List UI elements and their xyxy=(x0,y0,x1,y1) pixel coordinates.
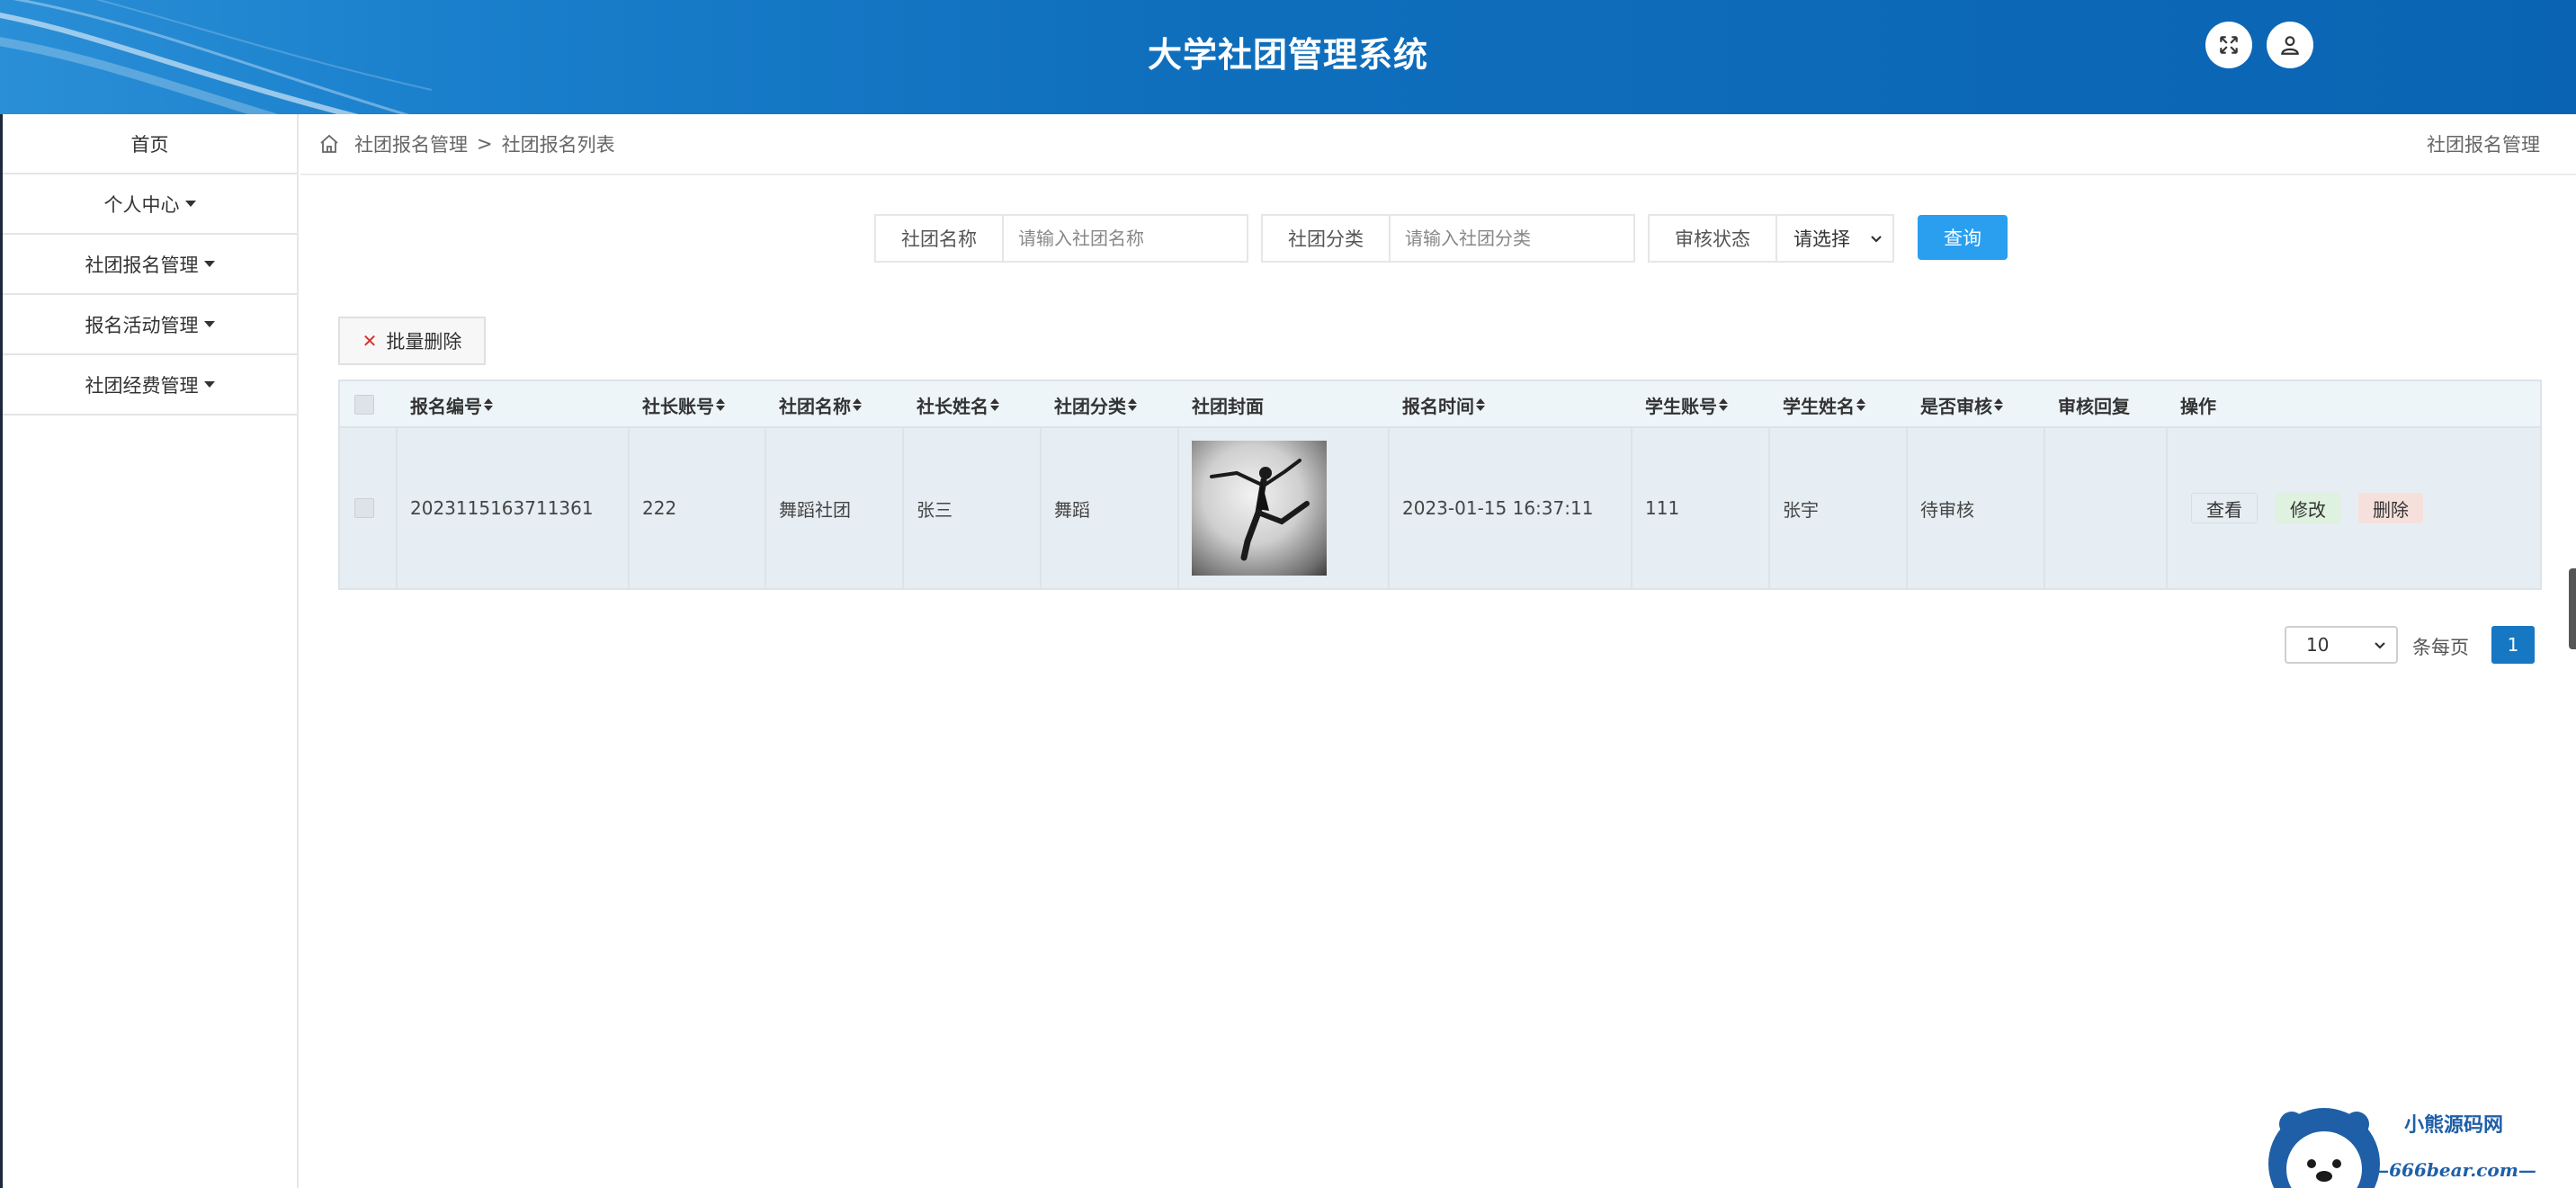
row-checkbox[interactable] xyxy=(340,428,398,588)
page-button-current[interactable]: 1 xyxy=(2491,626,2535,664)
view-button[interactable]: 查看 xyxy=(2191,493,2258,523)
column-header-president-account[interactable]: 社长账号 xyxy=(630,381,725,428)
column-header-actions: 操作 xyxy=(2180,395,2216,417)
review-status-filter: 审核状态 请选择 xyxy=(1648,214,1894,263)
cell-reg-no: 2023115163711361 xyxy=(398,428,630,588)
dancer-image xyxy=(1210,459,1310,561)
club-name-filter: 社团名称 xyxy=(874,214,1248,263)
column-header-reg-time[interactable]: 报名时间 xyxy=(1390,381,1485,428)
bear-logo-icon: 小熊源码网 —666bear.com— xyxy=(2268,1108,2536,1188)
svg-text:小熊源码网: 小熊源码网 xyxy=(2404,1113,2503,1137)
sort-icon xyxy=(1719,397,1728,412)
cell-student-name: 张宇 xyxy=(1770,428,1908,588)
cell-club-cover xyxy=(1179,428,1390,588)
cell-student-account: 111 xyxy=(1632,428,1770,588)
column-header-student-name[interactable]: 学生姓名 xyxy=(1770,381,1865,428)
club-name-label: 社团名称 xyxy=(876,216,1004,261)
breadcrumb: 社团报名管理 > 社团报名列表 社团报名管理 xyxy=(300,114,2576,175)
svg-text:—666bear.com—: —666bear.com— xyxy=(2371,1159,2536,1181)
sidebar-item-label: 个人中心 xyxy=(103,193,180,216)
column-header-reviewed[interactable]: 是否审核 xyxy=(1908,381,2003,428)
cell-actions: 查看 修改 删除 xyxy=(2168,428,2540,588)
sort-icon xyxy=(1128,397,1137,412)
page-size-select[interactable]: 10 xyxy=(2285,626,2398,664)
sort-icon xyxy=(990,397,999,412)
cell-club-category: 舞蹈 xyxy=(1042,428,1179,588)
sidebar-item-club-funds[interactable]: 社团经费管理 xyxy=(3,355,297,415)
caret-down-icon xyxy=(203,261,215,267)
sort-icon xyxy=(853,397,862,412)
delete-button[interactable]: 删除 xyxy=(2358,493,2423,523)
cell-president-name: 张三 xyxy=(904,428,1042,588)
caret-down-icon xyxy=(203,321,215,327)
batch-delete-button[interactable]: ✕ 批量删除 xyxy=(338,317,486,365)
club-name-input[interactable] xyxy=(1004,216,1247,261)
app-title: 大学社团管理系统 xyxy=(1147,35,1428,75)
caret-down-icon xyxy=(203,381,215,388)
column-header-president-name[interactable]: 社长姓名 xyxy=(904,381,999,428)
chevron-down-icon xyxy=(2375,642,2385,649)
sort-icon xyxy=(1994,397,2003,412)
column-header-club-cover: 社团封面 xyxy=(1192,395,1264,417)
cell-president-account: 222 xyxy=(630,428,766,588)
sidebar-item-club-registration[interactable]: 社团报名管理 xyxy=(3,235,297,295)
edit-button[interactable]: 修改 xyxy=(2276,493,2340,523)
column-header-club-name[interactable]: 社团名称 xyxy=(766,381,862,428)
user-icon xyxy=(2281,36,2299,55)
cell-reviewed: 待审核 xyxy=(1908,428,2045,588)
club-cover-image[interactable] xyxy=(1192,441,1327,576)
scrollbar[interactable] xyxy=(2569,568,2576,649)
user-button[interactable] xyxy=(2267,22,2313,68)
table-row: 2023115163711361 222 舞蹈社团 张三 舞蹈 2023-01-… xyxy=(340,428,2540,588)
review-status-value: 请选择 xyxy=(1793,228,1850,250)
query-button[interactable]: 查询 xyxy=(1918,215,2008,260)
cell-reg-time: 2023-01-15 16:37:11 xyxy=(1390,428,1632,588)
sidebar-item-activity-registration[interactable]: 报名活动管理 xyxy=(3,295,297,355)
column-header-review-reply: 审核回复 xyxy=(2058,395,2130,417)
fullscreen-button[interactable] xyxy=(2205,22,2252,68)
club-category-input[interactable] xyxy=(1391,216,1633,261)
review-status-select[interactable]: 请选择 xyxy=(1777,216,1892,261)
batch-delete-label: 批量删除 xyxy=(386,331,462,353)
column-header-reg-no[interactable]: 报名编号 xyxy=(398,381,493,428)
column-header-club-category[interactable]: 社团分类 xyxy=(1042,381,1137,428)
sidebar-item-label: 报名活动管理 xyxy=(85,314,199,336)
cell-club-name: 舞蹈社团 xyxy=(766,428,904,588)
top-header: 大学社团管理系统 xyxy=(0,0,2576,114)
home-icon[interactable] xyxy=(318,133,340,155)
review-status-label: 审核状态 xyxy=(1650,216,1777,261)
close-icon: ✕ xyxy=(362,330,378,352)
sidebar-item-label: 社团报名管理 xyxy=(85,254,199,276)
watermark-logo: 小熊源码网 —666bear.com— xyxy=(2265,1104,2576,1188)
sidebar-item-personal-center[interactable]: 个人中心 xyxy=(3,174,297,235)
breadcrumb-item[interactable]: 社团报名管理 xyxy=(354,130,468,157)
breadcrumb-separator: > xyxy=(477,133,493,155)
per-page-label: 条每页 xyxy=(2412,637,2469,658)
breadcrumb-item-current: 社团报名列表 xyxy=(501,134,615,156)
caret-down-icon xyxy=(184,201,196,207)
club-category-label: 社团分类 xyxy=(1263,216,1391,261)
sidebar-item-home[interactable]: 首页 xyxy=(3,114,297,174)
column-header-student-account[interactable]: 学生账号 xyxy=(1632,381,1728,428)
registration-table: 报名编号 社长账号 社团名称 社长姓名 社团分类 社团封面 报名时间 学生账号 … xyxy=(338,380,2542,590)
cell-review-reply xyxy=(2045,428,2168,588)
chevron-down-icon xyxy=(1871,236,1882,243)
page-size-value: 10 xyxy=(2306,634,2330,656)
sort-icon xyxy=(1476,397,1485,412)
sort-icon xyxy=(484,397,493,412)
sort-icon xyxy=(716,397,725,412)
select-all-checkbox[interactable] xyxy=(340,381,374,428)
sidebar: 首页 个人中心 社团报名管理 报名活动管理 社团经费管理 xyxy=(0,114,299,1188)
table-header: 报名编号 社长账号 社团名称 社长姓名 社团分类 社团封面 报名时间 学生账号 … xyxy=(340,381,2540,428)
sidebar-item-label: 社团经费管理 xyxy=(85,374,199,397)
sidebar-item-label: 首页 xyxy=(130,133,169,156)
sort-icon xyxy=(1856,397,1865,412)
expand-icon xyxy=(2220,36,2238,54)
club-category-filter: 社团分类 xyxy=(1261,214,1635,263)
page-section-title: 社团报名管理 xyxy=(2427,134,2540,156)
